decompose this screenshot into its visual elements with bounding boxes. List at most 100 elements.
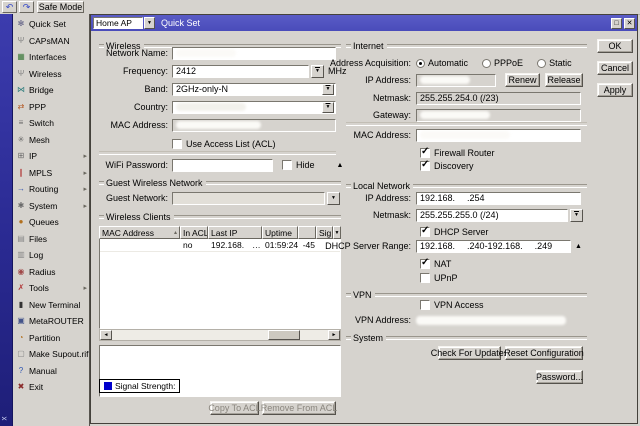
local-ip-input[interactable]: 192.168..254 (416, 192, 581, 205)
discovery-checkbox[interactable] (420, 161, 430, 171)
quick-set-window: Home AP ▼ Quick Set □ ✕ Wireless Network… (90, 14, 638, 424)
sidebar-item-bridge[interactable]: ⋈Bridge (13, 82, 89, 99)
check-for-updates-button[interactable]: Check For Updates (438, 346, 501, 360)
sidebar-item-switch[interactable]: ≡Switch (13, 115, 89, 132)
sidebar-item-radius[interactable]: ◉Radius (13, 264, 89, 281)
sidebar-item-files[interactable]: ▤Files (13, 231, 89, 248)
column-header-MAC Address[interactable]: MAC Address▴ (99, 226, 180, 239)
hide-checkbox[interactable] (282, 160, 292, 170)
release-button[interactable]: Release (545, 73, 583, 87)
mode-select[interactable]: Home AP (93, 17, 143, 29)
remove-from-acl-button[interactable]: Remove From ACL (262, 401, 336, 415)
safe-mode-button[interactable]: Safe Mode (37, 1, 84, 13)
column-header-signal-value[interactable] (298, 226, 316, 239)
column-header-Last IP[interactable]: Last IP (208, 226, 262, 239)
sidebar-item-tools[interactable]: ✗Tools▸ (13, 280, 89, 297)
scroll-left-button[interactable]: ◄ (100, 330, 112, 340)
sidebar-item-system[interactable]: ✱System▸ (13, 198, 89, 215)
renew-button[interactable]: Renew (505, 73, 540, 87)
internet-ip-row: IP Address: (291, 73, 496, 87)
radio-automatic[interactable] (416, 59, 425, 68)
sidebar-item-label: Make Supout.rif (29, 349, 89, 359)
wireless-icon: Ψ (15, 69, 27, 79)
undo-button[interactable]: ↶ (2, 1, 17, 13)
sidebar-item-mesh[interactable]: ✳Mesh (13, 132, 89, 149)
column-header-Sig[interactable]: Sig (316, 226, 333, 239)
radio-pppoe[interactable] (482, 59, 491, 68)
column-select-button[interactable]: ▼ (333, 226, 341, 239)
sidebar-item-mpls[interactable]: ∥MPLS▸ (13, 165, 89, 182)
collapse-arrow-button[interactable]: ▲ (337, 162, 344, 169)
ok-button[interactable]: OK (597, 39, 633, 53)
nat-checkbox[interactable] (420, 259, 430, 269)
dhcp-range-input[interactable]: 192.168..240-192.168..249 (416, 240, 571, 253)
scrollbar-thumb[interactable] (268, 330, 300, 340)
maximize-button[interactable]: □ (611, 18, 622, 29)
cancel-button[interactable]: Cancel (597, 61, 633, 75)
column-header-Uptime[interactable]: Uptime (262, 226, 298, 239)
sidebar-item-label: PPP (29, 102, 46, 112)
sidebar-item-manual[interactable]: ?Manual (13, 363, 89, 380)
sidebar-item-label: Bridge (29, 85, 54, 95)
local-ip-row: IP Address: 192.168..254 (291, 191, 581, 205)
sidebar-item-queues[interactable]: ●Queues (13, 214, 89, 231)
wifi-password-row: WiFi Password: Hide ▲ (91, 158, 343, 172)
internet-mac-input[interactable] (416, 129, 581, 142)
sidebar-item-label: MPLS (29, 168, 52, 178)
local-netmask-label: Netmask: (291, 210, 416, 220)
address-acquisition-row: Address Acquisition: Automatic PPPoE Sta… (291, 56, 572, 70)
copy-to-acl-button[interactable]: Copy To ACL (210, 401, 259, 415)
network-name-label: Network Name: (91, 48, 172, 58)
dhcp-server-checkbox[interactable] (420, 227, 430, 237)
upnp-checkbox[interactable] (420, 273, 430, 283)
apply-button[interactable]: Apply (597, 83, 633, 97)
local-netmask-select[interactable]: 255.255.255.0 (/24) (416, 209, 568, 222)
sidebar-item-label: Manual (29, 366, 57, 376)
firewall-router-row: Firewall Router (420, 146, 495, 160)
collapse-arrow-button[interactable]: ▲ (575, 243, 582, 250)
sidebar-item-log[interactable]: ▥Log (13, 247, 89, 264)
sidebar-item-ppp[interactable]: ⇄PPP (13, 99, 89, 116)
sidebar-item-new-terminal[interactable]: ▮New Terminal (13, 297, 89, 314)
band-label: Band: (91, 84, 172, 94)
upnp-row: UPnP (420, 271, 458, 285)
sidebar-item-exit[interactable]: ✖Exit (13, 379, 89, 396)
local-netmask-dropdown-button[interactable]: ▼ (570, 209, 583, 222)
mode-select-arrow-button[interactable]: ▼ (144, 17, 155, 29)
firewall-router-checkbox[interactable] (420, 148, 430, 158)
scroll-right-button[interactable]: ► (328, 330, 340, 340)
dhcp-server-label: DHCP Server (434, 227, 488, 237)
dhcp-range-row: DHCP Server Range: 192.168..240-192.168.… (291, 239, 582, 253)
sidebar-item-label: Tools (29, 283, 49, 293)
radio-pppoe-label: PPPoE (494, 58, 523, 68)
sidebar-item-partition[interactable]: ◔Partition (13, 330, 89, 347)
bridge-icon: ⋈ (15, 85, 27, 95)
sidebar-item-routing[interactable]: →Routing▸ (13, 181, 89, 198)
column-header-In ACL[interactable]: In ACL (180, 226, 208, 239)
frequency-input[interactable]: 2412 (172, 65, 309, 78)
sidebar-item-wireless[interactable]: ΨWireless (13, 66, 89, 83)
password-button[interactable]: Password... (536, 370, 583, 384)
discovery-label: Discovery (434, 161, 474, 171)
sidebar-item-make-supout[interactable]: ▢Make Supout.rif (13, 346, 89, 363)
radio-static[interactable] (537, 59, 546, 68)
redo-button[interactable]: ↷ (19, 1, 34, 13)
vpn-access-checkbox[interactable] (420, 300, 430, 310)
capsman-icon: Ψ (15, 36, 27, 46)
sidebar-item-metarouter[interactable]: ▣MetaROUTER (13, 313, 89, 330)
queues-icon: ● (15, 217, 27, 227)
reset-configuration-button[interactable]: Reset Configuration (505, 346, 583, 360)
close-button[interactable]: ✕ (624, 18, 635, 29)
vpn-address-value (416, 316, 566, 325)
horizontal-scrollbar[interactable]: ◄ ► (99, 329, 341, 341)
gateway-field (416, 109, 581, 122)
vpn-address-label: VPN Address: (291, 315, 416, 325)
wifi-password-input[interactable] (172, 159, 273, 172)
sidebar-item-ip[interactable]: ⊞IP▸ (13, 148, 89, 165)
sort-asc-icon: ▴ (174, 229, 177, 236)
files-icon: ▤ (15, 234, 27, 244)
sidebar-item-interfaces[interactable]: ▦Interfaces (13, 49, 89, 66)
sidebar-item-quick-set[interactable]: ✻Quick Set (13, 16, 89, 33)
use-access-list-checkbox[interactable] (172, 139, 182, 149)
sidebar-item-capsman[interactable]: ΨCAPsMAN (13, 33, 89, 50)
